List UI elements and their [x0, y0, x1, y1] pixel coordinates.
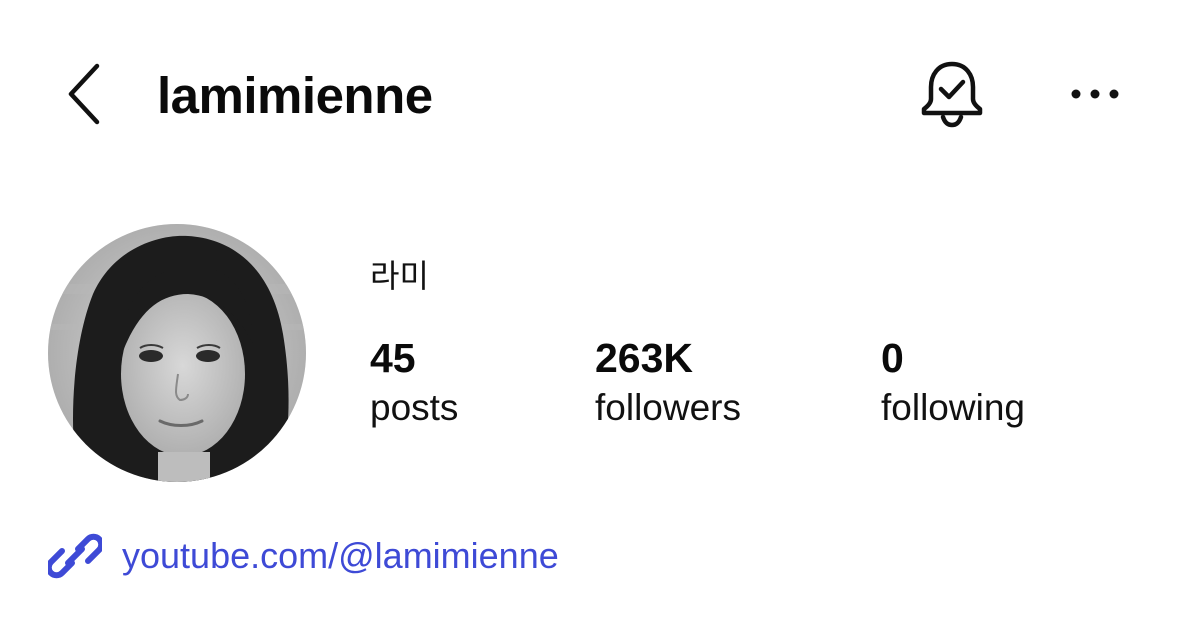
- profile-photo: [48, 224, 306, 482]
- back-button[interactable]: [54, 58, 114, 134]
- profile-display-name: 라미: [370, 257, 429, 295]
- avatar[interactable]: [48, 224, 306, 482]
- more-horizontal-icon: [1070, 87, 1120, 105]
- profile-username: lamimienne: [157, 67, 433, 124]
- following-count: 0: [881, 335, 904, 381]
- stat-posts[interactable]: 45 posts: [370, 334, 458, 432]
- profile-header: lamimienne: [0, 0, 1178, 190]
- stat-followers[interactable]: 263K followers: [595, 334, 741, 432]
- chevron-left-icon: [66, 62, 102, 131]
- profile-link-text: youtube.com/@lamimienne: [122, 535, 559, 576]
- profile-link[interactable]: youtube.com/@lamimienne: [48, 528, 559, 584]
- more-options-button[interactable]: [1062, 66, 1128, 126]
- notifications-button[interactable]: [914, 58, 990, 134]
- stat-following[interactable]: 0 following: [881, 334, 1025, 432]
- followers-label: followers: [595, 387, 741, 428]
- posts-label: posts: [370, 387, 459, 428]
- posts-count: 45: [370, 335, 416, 381]
- bell-check-icon: [919, 59, 985, 134]
- link-icon: [48, 529, 102, 583]
- followers-count: 263K: [595, 335, 694, 381]
- following-label: following: [881, 387, 1025, 428]
